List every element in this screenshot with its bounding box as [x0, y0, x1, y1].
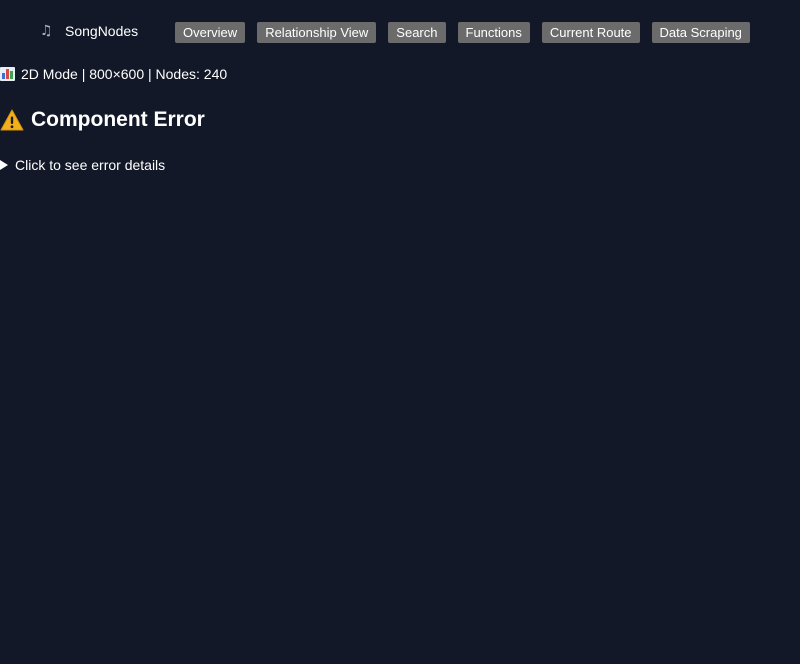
error-details-toggle[interactable]: Click to see error details [0, 157, 165, 173]
error-details-label[interactable]: Click to see error details [15, 157, 165, 173]
nav-button-relationship-view[interactable]: Relationship View [257, 22, 377, 43]
music-note-icon: ♫ [40, 23, 53, 39]
status-line: 2D Mode | 800×600 | Nodes: 240 [0, 66, 227, 82]
disclosure-triangle-icon[interactable] [0, 160, 8, 170]
nav-button-current-route[interactable]: Current Route [541, 22, 640, 43]
warning-icon [0, 109, 24, 131]
brand-name: SongNodes [65, 23, 139, 39]
nav-button-overview[interactable]: Overview [175, 22, 246, 43]
nav-bar: Overview Relationship View Search Functi… [175, 22, 750, 43]
brand: ♫ SongNodes [40, 23, 138, 39]
top-navigation-bar: ♫ SongNodes Overview Relationship View S… [0, 0, 800, 64]
status-text: 2D Mode | 800×600 | Nodes: 240 [21, 66, 228, 82]
nav-button-functions[interactable]: Functions [457, 22, 530, 43]
nav-button-search[interactable]: Search [388, 22, 446, 43]
error-title: Component Error [31, 108, 205, 131]
nav-button-data-scraping[interactable]: Data Scraping [651, 22, 750, 43]
bar-chart-icon [0, 67, 15, 81]
error-heading: Component Error [0, 108, 205, 132]
